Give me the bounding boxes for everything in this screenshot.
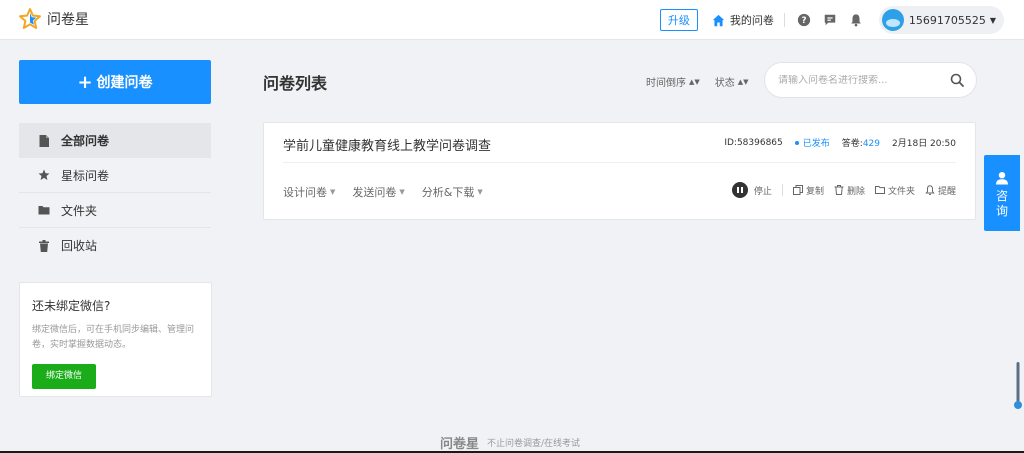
wechat-card-title: 还未绑定微信?: [32, 299, 111, 313]
star-logo-icon: [19, 8, 41, 29]
send-survey-menu[interactable]: 发送问卷 ▼: [352, 184, 404, 200]
sidebar-item-label: 回收站: [61, 239, 98, 253]
action-label: 分析&下载: [421, 186, 475, 199]
survey-actions: 设计问卷 ▼ 发送问卷 ▼ 分析&下载 ▼: [283, 184, 500, 200]
action-label: 发送问卷: [352, 186, 397, 199]
folder-icon: [38, 206, 50, 215]
sort-arrows-icon: ▲▼: [737, 77, 749, 86]
my-surveys-link[interactable]: 我的问卷: [712, 12, 774, 28]
sidebar-item-starred[interactable]: 星标问卷: [19, 158, 211, 193]
sidebar-item-recycle-bin[interactable]: 回收站: [19, 228, 211, 263]
sidebar-item-label: 文件夹: [61, 203, 98, 218]
pause-icon: [731, 182, 748, 198]
delete-label: 删除: [846, 186, 865, 197]
document-icon: [39, 134, 49, 147]
trash-icon: [39, 239, 49, 252]
chevron-down-icon: ▼: [330, 188, 336, 196]
logo[interactable]: 问卷星: [18, 7, 89, 31]
trash-icon: [834, 185, 844, 195]
star-icon: [38, 169, 50, 180]
survey-title[interactable]: 学前儿童健康教育线上教学问卷调查: [283, 135, 491, 154]
analyze-download-menu[interactable]: 分析&下载 ▼: [422, 184, 483, 200]
sort-controls: 时间倒序 ▲▼ 状态 ▲▼: [646, 74, 764, 90]
search-input[interactable]: [778, 74, 950, 86]
survey-card: 学前儿童健康教育线上教学问卷调查 ID:58396865 已发布 答卷:429 …: [263, 122, 976, 220]
bell-icon[interactable]: [849, 13, 863, 27]
sidebar-item-folders[interactable]: 文件夹: [19, 193, 211, 228]
footer-slogan: 不止问卷调查/在线考试: [487, 439, 581, 449]
upgrade-button[interactable]: 升级: [659, 9, 698, 31]
footer-logo: 问卷星: [440, 437, 480, 452]
wechat-bind-card: 还未绑定微信? 绑定微信后，可在手机同步编辑、管理问卷，实时掌握数据动态。 绑定…: [19, 282, 212, 397]
user-menu[interactable]: 15691705525 ▼: [878, 6, 1004, 34]
design-survey-menu[interactable]: 设计问卷 ▼: [283, 184, 335, 200]
survey-date: 2月18日 20:50: [892, 139, 956, 149]
tool-separator: [781, 184, 783, 196]
chevron-down-icon: ▼: [477, 188, 483, 196]
sidebar-item-label: 星标问卷: [61, 168, 110, 183]
top-header: 问卷星 升级 我的问卷 ? 15691705525 ▼: [0, 0, 1024, 40]
remind-label: 提醒: [937, 186, 956, 197]
stop-button[interactable]: 停止: [731, 182, 772, 198]
page-title: 问卷列表: [263, 74, 328, 93]
message-icon[interactable]: [823, 13, 837, 27]
answer-count-label: 答卷:: [841, 139, 863, 149]
folder-label: 文件夹: [887, 186, 915, 197]
bell-icon: [925, 185, 935, 195]
delete-button[interactable]: 删除: [834, 184, 865, 197]
consult-label: 咨询: [996, 189, 1009, 218]
sidebar-nav: 全部问卷 星标问卷 文件夹 回收站: [19, 123, 211, 263]
sort-arrows-icon: ▲▼: [689, 77, 700, 86]
wechat-card-description: 绑定微信后，可在手机同步编辑、管理问卷，实时掌握数据动态。: [32, 325, 195, 350]
search-box: [764, 62, 977, 98]
chevron-down-icon: ▼: [989, 15, 996, 25]
stop-label: 停止: [753, 186, 772, 197]
header-right: 升级 我的问卷 ? 15691705525 ▼: [659, 6, 1004, 34]
home-icon: [712, 14, 725, 26]
user-icon: [996, 172, 1008, 185]
copy-label: 复制: [805, 186, 824, 197]
sidebar-item-all-surveys[interactable]: 全部问卷: [19, 123, 211, 158]
help-icon[interactable]: ?: [797, 13, 811, 27]
logo-text: 问卷星: [47, 12, 89, 28]
status-badge: 已发布: [795, 136, 830, 149]
action-label: 设计问卷: [283, 186, 327, 199]
copy-button[interactable]: 复制: [792, 184, 824, 197]
card-divider: [283, 162, 956, 163]
avatar: [881, 9, 904, 31]
answer-count[interactable]: 答卷:429: [842, 136, 880, 149]
header-separator: [783, 13, 785, 27]
answer-count-value: 429: [862, 139, 881, 149]
search-icon[interactable]: [950, 73, 964, 87]
remind-button[interactable]: 提醒: [925, 184, 956, 197]
bind-wechat-button[interactable]: 绑定微信: [32, 364, 97, 389]
survey-id: ID:58396865: [724, 137, 783, 148]
sort-by-status[interactable]: 状态 ▲▼: [714, 74, 749, 90]
create-survey-label: 创建问卷: [96, 75, 153, 91]
chevron-down-icon: ▼: [399, 188, 405, 196]
footer: 问卷星 不止问卷调查/在线考试: [440, 433, 580, 452]
scroll-indicator-icon[interactable]: [1014, 362, 1022, 410]
svg-text:?: ?: [801, 16, 806, 26]
create-survey-button[interactable]: + 创建问卷: [19, 60, 211, 104]
survey-tools: 停止 复制 删除 文件夹 提醒: [731, 182, 956, 198]
user-name: 15691705525: [908, 13, 986, 27]
sort-by-time[interactable]: 时间倒序 ▲▼: [646, 74, 700, 90]
folder-icon: [874, 186, 885, 194]
sidebar-item-label: 全部问卷: [61, 134, 110, 148]
plus-icon: +: [77, 71, 93, 93]
copy-icon: [792, 185, 803, 195]
survey-meta: ID:58396865 已发布 答卷:429 2月18日 20:50: [724, 136, 956, 150]
sort-time-label: 时间倒序: [646, 78, 686, 89]
sort-status-label: 状态: [714, 78, 735, 89]
my-surveys-label: 我的问卷: [729, 14, 774, 27]
consult-tab[interactable]: 咨询: [984, 155, 1020, 231]
move-to-folder-button[interactable]: 文件夹: [874, 184, 915, 197]
